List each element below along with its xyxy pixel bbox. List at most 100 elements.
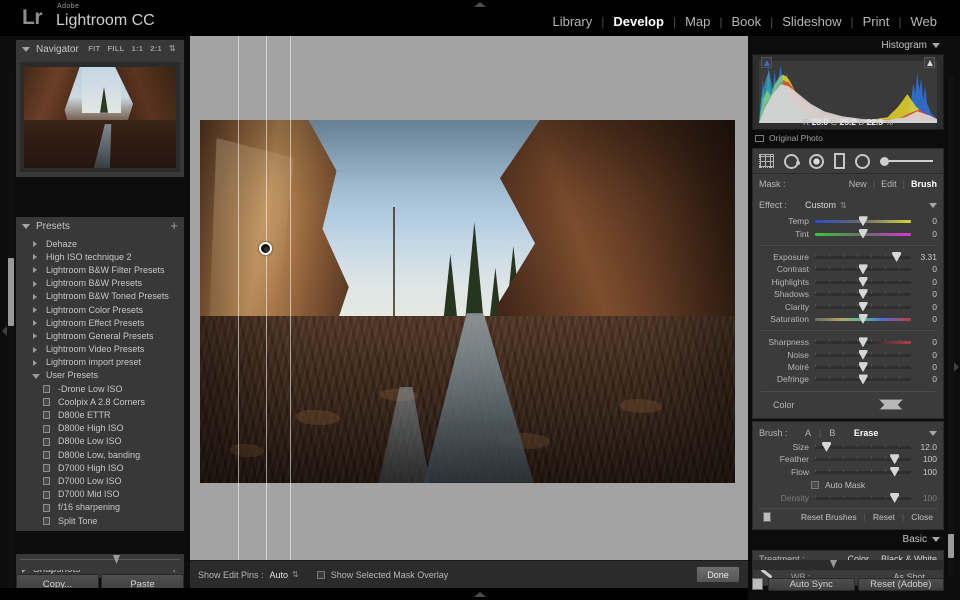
slider-track-wrap[interactable] xyxy=(815,251,911,263)
image-canvas[interactable] xyxy=(190,36,748,560)
slider-track-wrap[interactable] xyxy=(815,373,911,385)
list-item[interactable]: Lightroom Color Presets xyxy=(16,303,184,316)
slider-noise[interactable]: Noise 0 xyxy=(759,349,937,361)
add-preset-icon[interactable]: + xyxy=(170,219,178,232)
slider-brush-density[interactable]: Density 100 xyxy=(759,492,937,504)
list-item[interactable]: Lightroom B&W Filter Presets xyxy=(16,263,184,276)
auto-mask-checkbox-icon[interactable] xyxy=(811,480,819,489)
right-panel-size-slider[interactable] xyxy=(752,560,944,570)
reset-brushes-button[interactable]: Reset Brushes xyxy=(801,512,857,522)
module-book[interactable]: Book xyxy=(722,14,770,29)
show-edit-pins-value[interactable]: Auto xyxy=(270,570,289,580)
effect-stepper-icon[interactable]: ⇅ xyxy=(840,201,847,210)
brush-b-button[interactable]: B xyxy=(829,428,835,438)
list-item[interactable]: Dehaze xyxy=(16,237,184,250)
navigator-preview[interactable] xyxy=(20,62,180,172)
radial-filter-icon[interactable] xyxy=(855,153,870,169)
effect-value[interactable]: Custom xyxy=(805,200,836,210)
left-panel-scrollbar-track[interactable] xyxy=(8,72,14,592)
slider-track-wrap[interactable] xyxy=(815,301,911,313)
develop-photo[interactable] xyxy=(200,120,735,483)
module-web[interactable]: Web xyxy=(902,14,947,29)
histogram-header[interactable]: Histogram xyxy=(752,36,944,54)
list-item-user-presets[interactable]: User Presets xyxy=(16,369,184,382)
left-panel-size-slider[interactable] xyxy=(16,554,184,570)
zoom-1-1[interactable]: 1:1 xyxy=(131,44,143,53)
left-panel-scrollbar-thumb[interactable] xyxy=(8,258,14,326)
slider-track-wrap[interactable] xyxy=(815,441,911,453)
slider-track-wrap[interactable] xyxy=(815,361,911,373)
right-panel-scrollbar-track[interactable] xyxy=(948,76,954,576)
slider-exposure[interactable]: Exposure 3.31 xyxy=(759,251,937,263)
slider-defringe[interactable]: Defringe 0 xyxy=(759,373,937,385)
slider-sharpness[interactable]: Sharpness 0 xyxy=(759,336,937,348)
slider-track-wrap[interactable] xyxy=(815,288,911,300)
slider-track-wrap[interactable] xyxy=(815,453,911,465)
slider-brush-flow[interactable]: Flow 100 xyxy=(759,465,937,477)
presets-header[interactable]: Presets + xyxy=(16,217,184,235)
crop-overlay-icon[interactable] xyxy=(759,154,774,168)
mask-brush-button[interactable]: Brush xyxy=(911,179,937,189)
original-photo-toggle[interactable]: Original Photo xyxy=(752,130,944,146)
list-item[interactable]: D800e High ISO xyxy=(16,422,184,435)
list-item[interactable]: Lightroom B&W Presets xyxy=(16,277,184,290)
slider-track-wrap[interactable] xyxy=(815,263,911,275)
list-item[interactable]: Lightroom B&W Toned Presets xyxy=(16,290,184,303)
list-item[interactable]: D800e Low ISO xyxy=(16,435,184,448)
panel-switch-icon[interactable] xyxy=(763,511,771,522)
red-eye-correction-icon[interactable] xyxy=(809,153,824,169)
color-swatch[interactable] xyxy=(879,399,903,411)
graduated-filter-icon[interactable] xyxy=(834,153,845,169)
slider-track-wrap[interactable] xyxy=(815,276,911,288)
slider-track-wrap[interactable] xyxy=(815,313,911,325)
auto-mask-row[interactable]: Auto Mask xyxy=(759,478,937,492)
module-develop[interactable]: Develop xyxy=(604,14,673,29)
basic-header[interactable]: Basic xyxy=(752,530,944,548)
effect-collapse-icon[interactable] xyxy=(929,202,937,208)
show-edit-pins-stepper-icon[interactable]: ⇅ xyxy=(292,570,299,579)
zoom-2-1[interactable]: 2:1 xyxy=(150,44,162,53)
list-item[interactable]: Coolpix A 2.8 Corners xyxy=(16,395,184,408)
brush-a-button[interactable]: A xyxy=(805,428,811,438)
zoom-stepper-icon[interactable]: ⇅ xyxy=(169,44,176,53)
list-item[interactable]: Lightroom import preset xyxy=(16,356,184,369)
brush-erase-button[interactable]: Erase xyxy=(854,428,879,438)
list-item[interactable]: f/16 sharpening xyxy=(16,501,184,514)
top-panel-toggle-arrow[interactable] xyxy=(474,2,486,7)
right-panel-collapse-arrow[interactable] xyxy=(954,362,959,372)
filmstrip-toggle-arrow[interactable] xyxy=(474,592,486,597)
show-mask-overlay-checkbox[interactable] xyxy=(316,570,325,579)
slider-brush-size[interactable]: Size 12.0 xyxy=(759,441,937,453)
sync-switch-icon[interactable] xyxy=(752,578,763,590)
slider-brush-feather[interactable]: Feather 100 xyxy=(759,453,937,465)
slider-knob[interactable] xyxy=(830,560,837,568)
right-panel-scrollbar-thumb[interactable] xyxy=(948,534,954,558)
reset-button[interactable]: Reset xyxy=(873,512,895,522)
list-item[interactable]: D800e ETTR xyxy=(16,408,184,421)
brush-color-row[interactable]: Color xyxy=(759,397,937,413)
module-print[interactable]: Print xyxy=(854,14,899,29)
reset-adobe-button[interactable]: Reset (Adobe) xyxy=(857,577,944,591)
zoom-fill[interactable]: FILL xyxy=(107,44,124,53)
slider-contrast[interactable]: Contrast 0 xyxy=(759,263,937,275)
module-library[interactable]: Library xyxy=(543,14,601,29)
slider-track-wrap[interactable] xyxy=(815,466,911,478)
slider-shadows[interactable]: Shadows 0 xyxy=(759,288,937,300)
list-item[interactable]: High ISO technique 2 xyxy=(16,250,184,263)
list-item[interactable]: D7000 High ISO xyxy=(16,461,184,474)
slider-track-wrap[interactable] xyxy=(815,349,911,361)
slider-track-wrap[interactable] xyxy=(815,336,911,348)
mask-edit-button[interactable]: Edit xyxy=(881,179,897,189)
shadow-clipping-indicator-icon[interactable] xyxy=(761,57,772,68)
slider-clarity[interactable]: Clarity 0 xyxy=(759,300,937,312)
brush-size-knob[interactable] xyxy=(880,156,889,166)
module-map[interactable]: Map xyxy=(676,14,719,29)
list-item[interactable]: Split Tone xyxy=(16,514,184,527)
slider-highlights[interactable]: Highlights 0 xyxy=(759,276,937,288)
slider-temp[interactable]: Temp 0 xyxy=(759,215,937,227)
brush-size-track[interactable] xyxy=(889,160,933,162)
list-item[interactable]: Lightroom Video Presets xyxy=(16,343,184,356)
list-item[interactable]: Lightroom General Presets xyxy=(16,329,184,342)
zoom-fit[interactable]: FIT xyxy=(88,44,100,53)
mask-new-button[interactable]: New xyxy=(849,179,867,189)
